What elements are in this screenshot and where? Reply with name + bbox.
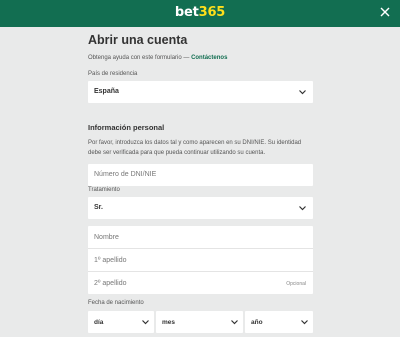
name-input[interactable]: Nombre — [88, 226, 313, 248]
name-placeholder: Nombre — [94, 234, 119, 241]
personal-info-title: Información personal — [88, 123, 165, 132]
dob-day-select[interactable]: día — [88, 311, 154, 333]
dob-month-select[interactable]: mes — [156, 311, 243, 333]
surname2-placeholder: 2º apellido — [94, 280, 127, 287]
country-select[interactable]: España — [88, 81, 313, 103]
name-fields-group: Nombre 1º apellido 2º apellido Opcional — [88, 226, 313, 294]
chevron-down-icon — [299, 206, 306, 211]
country-value: España — [94, 88, 119, 95]
dni-input[interactable]: Número de DNI/NIE — [88, 164, 313, 186]
dob-year-value: año — [251, 319, 263, 326]
chevron-down-icon — [142, 320, 149, 325]
dob-label: Fecha de nacimiento — [88, 300, 144, 306]
surname1-placeholder: 1º apellido — [94, 257, 127, 264]
dob-year-select[interactable]: año — [245, 311, 313, 333]
optional-label: Opcional — [286, 281, 306, 287]
title-value: Sr. — [94, 204, 103, 211]
bet365-logo: bet365 — [174, 5, 226, 20]
title-label: Tratamiento — [88, 187, 120, 193]
chevron-down-icon — [299, 90, 306, 95]
chevron-down-icon — [231, 320, 238, 325]
dob-month-value: mes — [162, 319, 176, 326]
title-select[interactable]: Sr. — [88, 197, 313, 219]
dob-day-value: día — [94, 319, 104, 326]
dni-placeholder: Número de DNI/NIE — [94, 171, 157, 178]
surname2-input[interactable]: 2º apellido Opcional — [88, 272, 313, 294]
contact-link[interactable]: Contáctenos — [191, 55, 227, 61]
chevron-down-icon — [301, 320, 308, 325]
surname1-input[interactable]: 1º apellido — [88, 249, 313, 271]
header-bar: bet365 — [0, 0, 400, 27]
page-title: Abrir una cuenta — [88, 33, 188, 47]
country-label: País de residencia — [88, 71, 138, 77]
personal-info-description: Por favor, introduzca los datos tal y co… — [88, 140, 302, 156]
close-icon[interactable] — [378, 5, 392, 19]
help-text: Obtenga ayuda con este formulario — Cont… — [88, 55, 228, 61]
